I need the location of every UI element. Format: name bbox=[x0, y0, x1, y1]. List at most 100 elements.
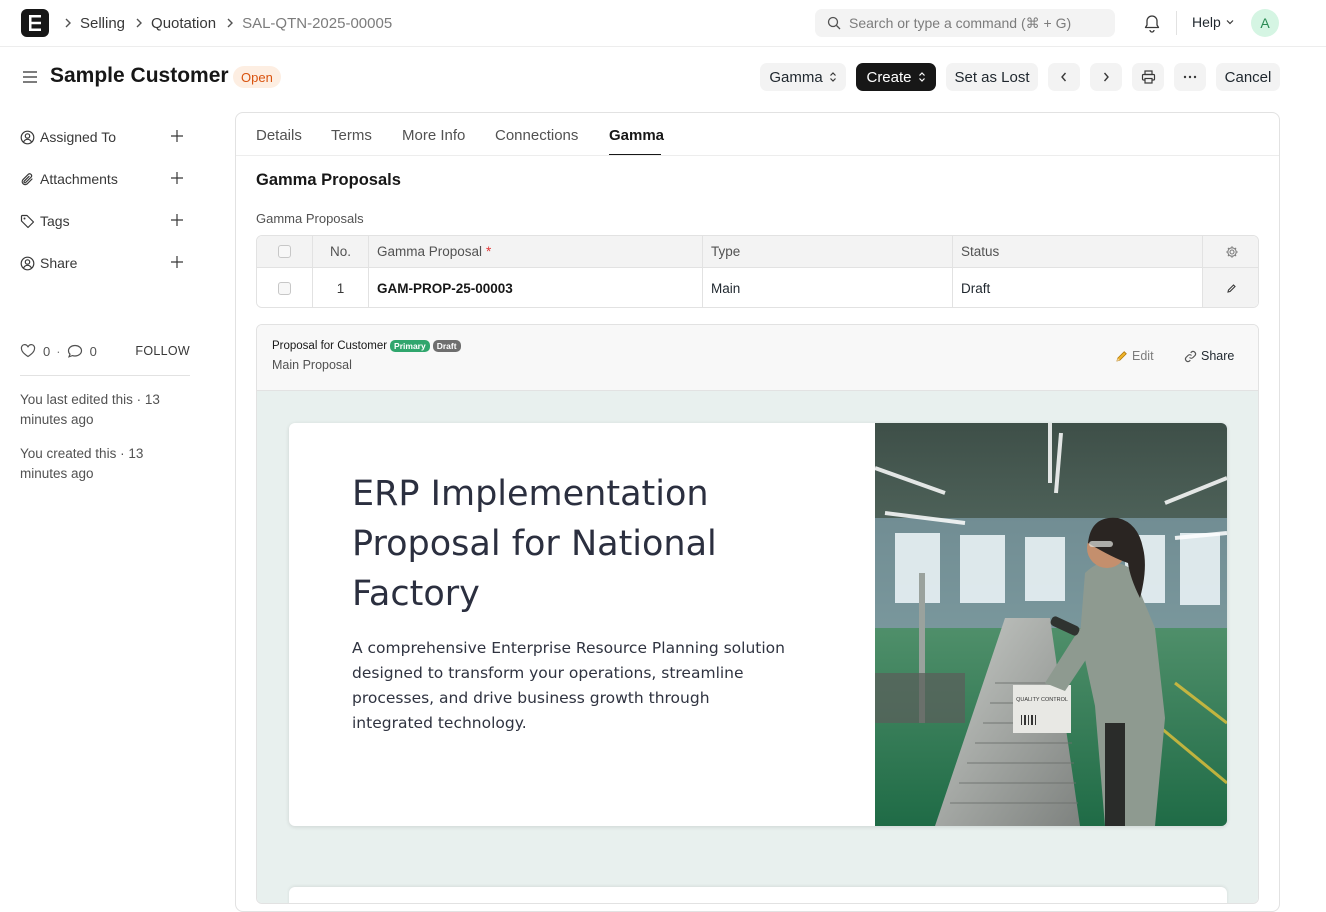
plus-icon[interactable] bbox=[170, 255, 184, 269]
row-type-cell[interactable]: Main bbox=[703, 268, 953, 307]
notification-bell-icon[interactable] bbox=[1143, 13, 1161, 33]
page-title: Sample Customer bbox=[50, 64, 229, 87]
navbar: Selling Quotation SAL-QTN-2025-00005 Hel… bbox=[0, 0, 1326, 47]
column-header-type: Type bbox=[703, 236, 953, 267]
more-actions-button[interactable] bbox=[1174, 63, 1206, 91]
sidebar-item-assigned-to[interactable]: Assigned To bbox=[20, 125, 190, 149]
table-row[interactable]: 1 GAM-PROP-25-00003 Main Draft bbox=[257, 268, 1258, 307]
tab-terms[interactable]: Terms bbox=[331, 127, 372, 144]
plus-icon[interactable] bbox=[170, 171, 184, 185]
slide-description: A comprehensive Enterprise Resource Plan… bbox=[352, 639, 785, 732]
print-button[interactable] bbox=[1132, 63, 1164, 91]
chevron-right-icon bbox=[135, 18, 143, 28]
tab-connections[interactable]: Connections bbox=[495, 127, 578, 144]
cancel-button[interactable]: Cancel bbox=[1216, 63, 1280, 91]
slide-title: ERP Implementation Proposal for National… bbox=[352, 474, 717, 614]
user-circle-icon bbox=[20, 130, 35, 144]
select-all-cell bbox=[257, 236, 313, 267]
pencil-icon bbox=[1227, 283, 1236, 293]
breadcrumb-current[interactable]: SAL-QTN-2025-00005 bbox=[242, 15, 392, 32]
sidebar-item-label: Tags bbox=[40, 213, 70, 229]
set-as-lost-button[interactable]: Set as Lost bbox=[946, 63, 1038, 91]
status-badge: Open bbox=[233, 66, 281, 88]
chevron-down-icon bbox=[1226, 20, 1234, 25]
comment-icon[interactable] bbox=[67, 344, 83, 358]
plus-icon[interactable] bbox=[170, 213, 184, 227]
last-edited-text: You last edited this · 13 minutes ago bbox=[20, 392, 160, 427]
help-dropdown[interactable]: Help bbox=[1192, 14, 1235, 30]
search-input[interactable] bbox=[849, 15, 1099, 31]
sidebar-divider bbox=[20, 375, 190, 376]
row-status-cell[interactable]: Draft bbox=[953, 268, 1203, 307]
column-header-status: Status bbox=[953, 236, 1203, 267]
next-slide-peek bbox=[289, 887, 1227, 903]
proposal-subtitle: Main Proposal bbox=[272, 358, 352, 372]
gamma-select-label: Gamma bbox=[769, 68, 823, 86]
tag-icon bbox=[20, 214, 35, 228]
heart-icon[interactable] bbox=[20, 344, 36, 358]
column-settings-cell[interactable] bbox=[1203, 236, 1258, 267]
breadcrumb-quotation[interactable]: Quotation bbox=[151, 15, 216, 32]
help-label: Help bbox=[1192, 14, 1221, 30]
chevron-left-icon bbox=[1061, 72, 1067, 82]
tab-more-info[interactable]: More Info bbox=[402, 127, 465, 144]
chevron-right-icon bbox=[1103, 72, 1109, 82]
next-doc-button[interactable] bbox=[1090, 63, 1122, 91]
logo-mark-icon bbox=[29, 15, 41, 31]
proposal-title: Proposal for Customer bbox=[272, 340, 388, 352]
tab-gamma[interactable]: Gamma bbox=[609, 127, 664, 144]
menu-toggle-icon[interactable] bbox=[22, 69, 38, 85]
comments-count: 0 bbox=[89, 343, 97, 359]
avatar[interactable]: A bbox=[1251, 9, 1279, 37]
draft-badge: Draft bbox=[432, 340, 461, 352]
edit-label: Edit bbox=[1132, 349, 1154, 363]
create-label: Create bbox=[866, 68, 912, 86]
navbar-divider bbox=[1176, 11, 1177, 35]
create-button[interactable]: Create bbox=[856, 63, 936, 91]
row-select-cell bbox=[257, 268, 313, 307]
chevron-right-icon bbox=[64, 18, 72, 28]
engagement-bar: 0 · 0 FOLLOW bbox=[20, 340, 190, 362]
row-no-cell: 1 bbox=[313, 268, 369, 307]
column-header-proposal: Gamma Proposal * bbox=[369, 236, 703, 267]
dot-separator: · bbox=[56, 343, 61, 359]
row-proposal-cell[interactable]: GAM-PROP-25-00003 bbox=[369, 268, 703, 307]
field-label: Gamma Proposals bbox=[256, 211, 364, 226]
tab-bar: Details Terms More Info Connections Gamm… bbox=[236, 113, 1279, 156]
cancel-label: Cancel bbox=[1224, 68, 1272, 86]
edit-proposal-button[interactable]: Edit bbox=[1115, 349, 1154, 363]
row-checkbox[interactable] bbox=[278, 281, 291, 295]
sidebar-item-attachments[interactable]: Attachments bbox=[20, 167, 190, 191]
select-all-checkbox[interactable] bbox=[278, 245, 291, 258]
slide-canvas[interactable]: ERP Implementation Proposal for National… bbox=[257, 391, 1258, 903]
sidebar-item-label: Assigned To bbox=[40, 129, 117, 145]
box-label: QUALITY CONTROL bbox=[1016, 697, 1068, 703]
share-user-icon bbox=[20, 256, 35, 270]
breadcrumb-selling[interactable]: Selling bbox=[80, 15, 125, 32]
search-bar[interactable] bbox=[815, 9, 1115, 37]
gear-icon bbox=[1225, 245, 1238, 258]
tab-details[interactable]: Details bbox=[256, 127, 302, 144]
column-header-label: Gamma Proposal bbox=[377, 244, 483, 259]
section-title: Gamma Proposals bbox=[256, 171, 401, 189]
chevron-right-icon bbox=[226, 18, 234, 28]
set-as-lost-label: Set as Lost bbox=[954, 68, 1030, 86]
column-header-no: No. bbox=[313, 236, 369, 267]
ellipsis-icon bbox=[1183, 75, 1197, 79]
sidebar-item-share[interactable]: Share bbox=[20, 251, 190, 275]
proposal-title-row: Proposal for Customer Primary Draft bbox=[272, 340, 461, 352]
previous-doc-button[interactable] bbox=[1048, 63, 1080, 91]
plus-icon[interactable] bbox=[170, 129, 184, 143]
select-arrows-icon bbox=[829, 72, 836, 82]
gamma-select-button[interactable]: Gamma bbox=[760, 63, 846, 91]
follow-button[interactable]: FOLLOW bbox=[135, 344, 190, 358]
search-icon bbox=[827, 16, 841, 30]
proposal-header: Proposal for Customer Primary Draft Main… bbox=[257, 325, 1258, 391]
proposal-preview-card: Proposal for Customer Primary Draft Main… bbox=[256, 324, 1259, 904]
row-edit-cell[interactable] bbox=[1203, 268, 1258, 307]
share-proposal-button[interactable]: Share bbox=[1184, 349, 1234, 363]
form-card: Details Terms More Info Connections Gamm… bbox=[235, 112, 1280, 912]
title-slide: ERP Implementation Proposal for National… bbox=[289, 423, 1227, 826]
app-logo[interactable] bbox=[21, 9, 49, 37]
sidebar-item-tags[interactable]: Tags bbox=[20, 209, 190, 233]
